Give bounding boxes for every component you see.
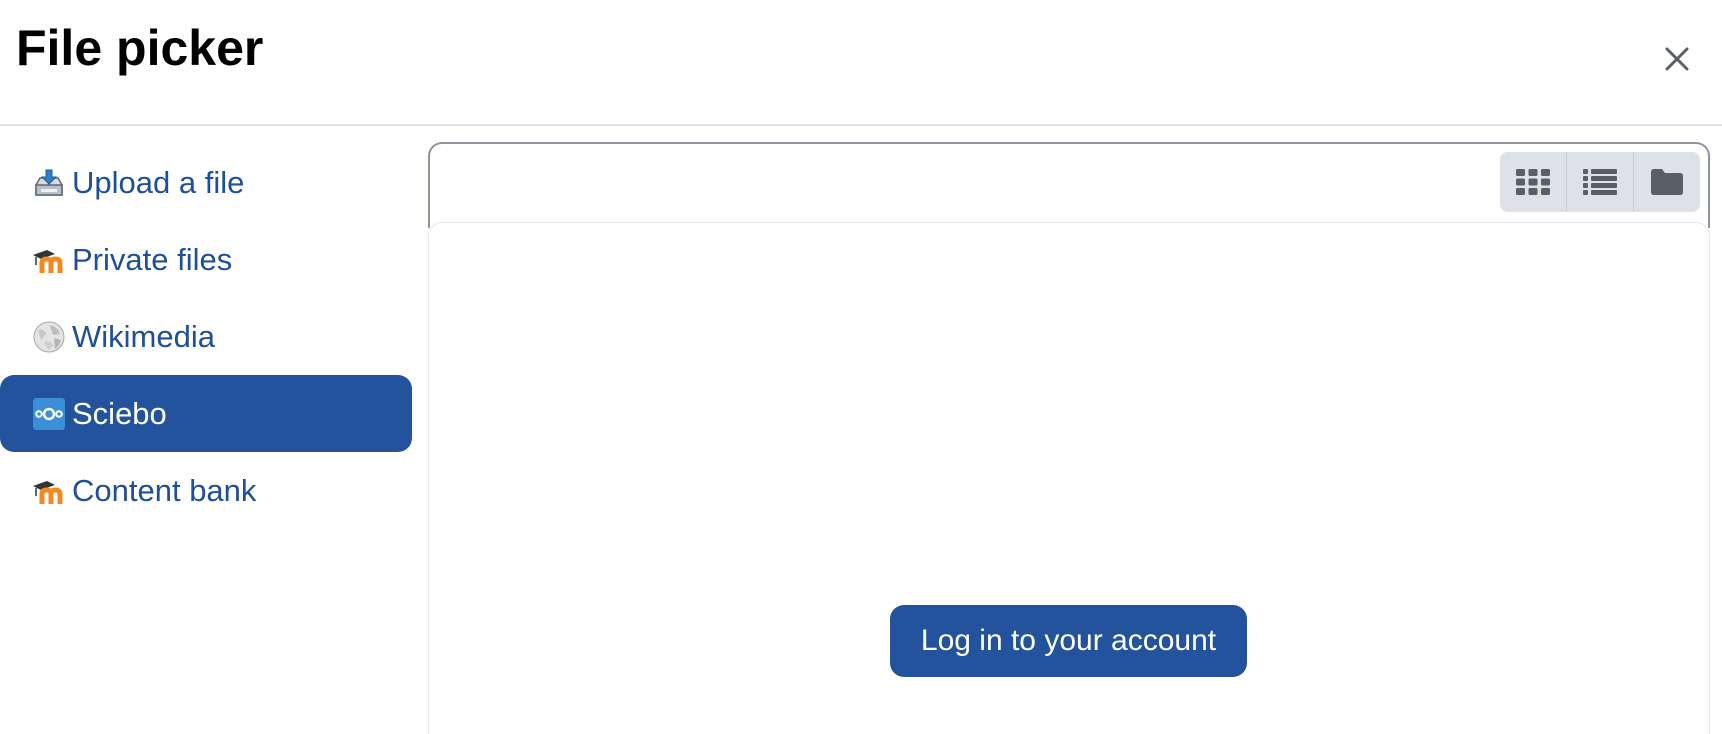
sidebar-item-label: Private files [72, 241, 233, 277]
moodle-icon [32, 474, 66, 508]
sidebar-item-label: Content bank [72, 472, 257, 508]
upload-icon [32, 166, 66, 200]
sidebar-item-label: Wikimedia [72, 318, 215, 354]
sidebar-item-label: Upload a file [72, 164, 245, 200]
sidebar-item-wikimedia[interactable]: Wikimedia [0, 298, 412, 375]
sidebar-item-content-bank[interactable]: Content bank [0, 452, 412, 529]
close-button[interactable] [1652, 34, 1702, 84]
list-view-button[interactable] [1567, 152, 1634, 212]
folder-view-icon [1651, 169, 1683, 195]
sidebar-item-private-files[interactable]: Private files [0, 221, 412, 298]
login-button[interactable]: Log in to your account [890, 605, 1247, 677]
sidebar-item-upload[interactable]: Upload a file [0, 144, 412, 221]
grid-view-button[interactable] [1500, 152, 1567, 212]
grid-view-icon [1516, 169, 1550, 195]
sidebar-item-sciebo[interactable]: Sciebo [0, 375, 412, 452]
close-icon [1665, 47, 1689, 71]
dialog-header: File picker [0, 0, 1722, 126]
sidebar-item-label: Sciebo [72, 395, 167, 431]
wikimedia-globe-icon [32, 320, 66, 354]
moodle-icon [32, 243, 66, 277]
sciebo-icon [32, 397, 66, 431]
file-picker-dialog: File picker Upload a file Private files … [0, 0, 1722, 734]
view-switcher [1500, 152, 1700, 212]
list-view-icon [1583, 169, 1617, 195]
dialog-title: File picker [16, 20, 264, 76]
repository-sidebar: Upload a file Private files Wikimedia Sc… [0, 144, 412, 529]
folder-view-button[interactable] [1634, 152, 1700, 212]
